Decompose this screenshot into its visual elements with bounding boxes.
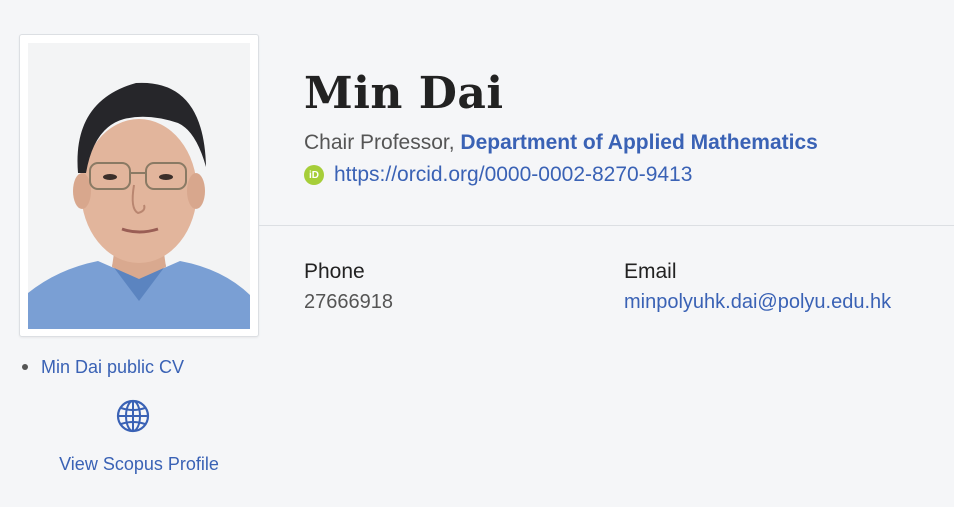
phone-value: 27666918 (304, 291, 393, 313)
email-label: Email (624, 260, 677, 283)
profile-name: Min Dai (304, 68, 504, 119)
globe-icon[interactable] (116, 399, 150, 433)
phone-label: Phone (304, 260, 365, 283)
profile-page: Min Dai public CV View Scopus Profile Mi… (0, 0, 954, 507)
department-link[interactable]: Department of Applied Mathematics (460, 131, 817, 154)
profile-photo (28, 43, 250, 329)
profile-links: Min Dai public CV View Scopus Profile (19, 354, 259, 474)
cv-link[interactable]: Min Dai public CV (41, 357, 184, 378)
cv-list-item: Min Dai public CV (19, 354, 259, 380)
section-divider (259, 225, 954, 226)
scopus-profile-link[interactable]: View Scopus Profile (19, 454, 259, 475)
orcid-link[interactable]: https://orcid.org/0000-0002-8270-9413 (334, 163, 692, 187)
orcid-icon: iD (304, 165, 324, 185)
bullet-icon (22, 364, 28, 370)
orcid-row: iD https://orcid.org/0000-0002-8270-9413 (304, 163, 692, 187)
profile-role: Chair Professor, Department of Applied M… (304, 131, 818, 155)
profile-photo-card (19, 34, 259, 337)
email-link[interactable]: minpolyuhk.dai@polyu.edu.hk (624, 291, 891, 314)
role-title: Chair Professor, (304, 131, 461, 154)
